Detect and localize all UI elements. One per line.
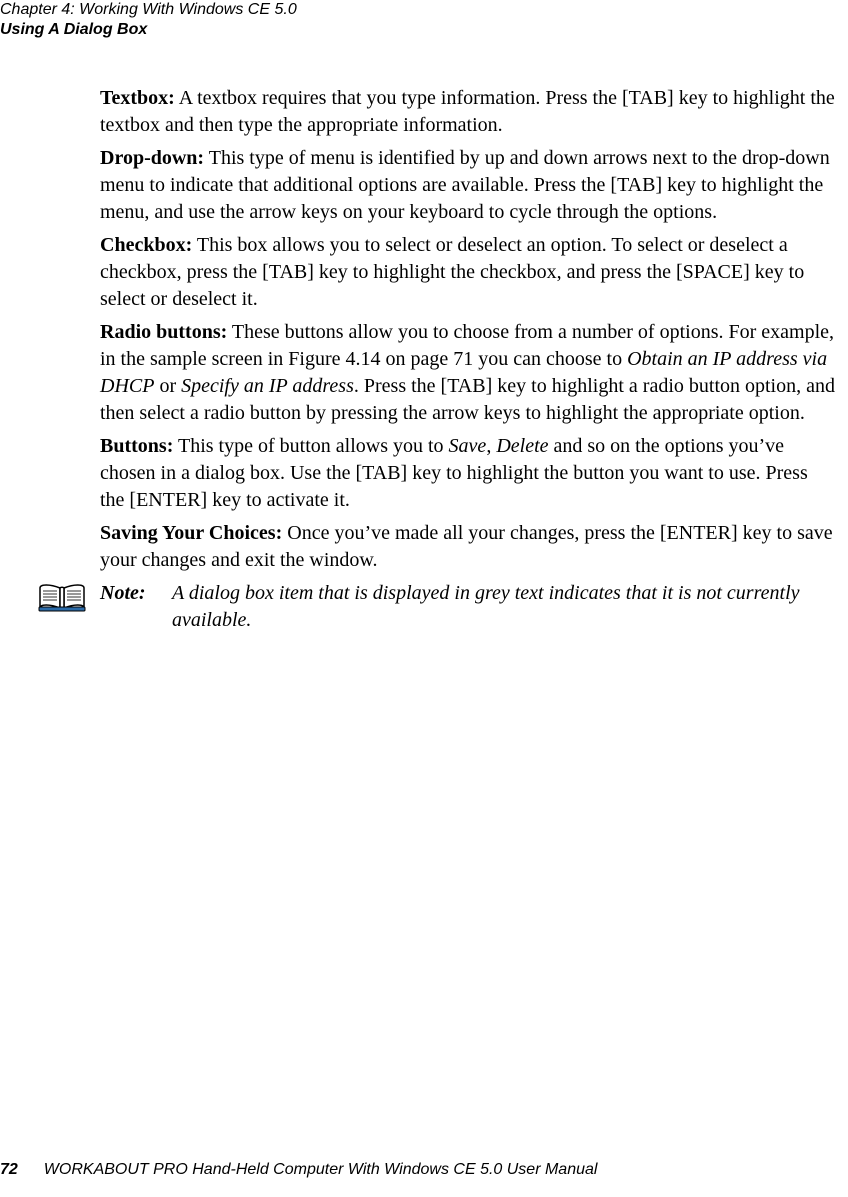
page-number: 72: [0, 1161, 18, 1178]
page-header: Chapter 4: Working With Windows CE 5.0 U…: [0, 0, 297, 40]
paragraph-textbox: Textbox: A textbox requires that you typ…: [100, 85, 835, 139]
text: This box allows you to select or deselec…: [100, 234, 804, 310]
header-chapter: Chapter 4: Working With Windows CE 5.0: [0, 0, 297, 20]
paragraph-saving: Saving Your Choices: Once you’ve made al…: [100, 520, 835, 574]
paragraph-dropdown: Drop-down: This type of menu is identifi…: [100, 145, 835, 226]
paragraph-buttons: Buttons: This type of button allows you …: [100, 433, 835, 514]
term-textbox: Textbox:: [100, 87, 175, 109]
paragraph-radio: Radio buttons: These buttons allow you t…: [100, 319, 835, 427]
header-section: Using A Dialog Box: [0, 20, 297, 40]
page-footer: 72 WORKABOUT PRO Hand-Held Computer With …: [0, 1161, 597, 1179]
body-text: Textbox: A textbox requires that you typ…: [100, 85, 835, 634]
footer-title: WORKABOUT PRO Hand-Held Computer With Wi…: [44, 1161, 598, 1178]
note-body: A dialog box item that is displayed in g…: [172, 580, 835, 634]
term-dropdown: Drop-down:: [100, 147, 204, 169]
text: or: [154, 375, 181, 397]
term-buttons: Buttons:: [100, 435, 173, 457]
paragraph-checkbox: Checkbox: This box allows you to select …: [100, 232, 835, 313]
book-icon: [38, 582, 86, 620]
text: A textbox requires that you type informa…: [100, 87, 835, 136]
term-saving: Saving Your Choices:: [100, 522, 282, 544]
term-checkbox: Checkbox:: [100, 234, 192, 256]
note-label: Note:: [100, 582, 146, 604]
note-block: Note: A dialog box item that is displaye…: [100, 580, 835, 634]
page: Chapter 4: Working With Windows CE 5.0 U…: [0, 0, 848, 1197]
italic-text: Delete: [496, 435, 548, 457]
text: This type of button allows you to: [173, 435, 448, 457]
italic-text: Save: [449, 435, 487, 457]
term-radio: Radio buttons:: [100, 321, 227, 343]
text: This type of menu is identified by up an…: [100, 147, 830, 223]
text: ,: [486, 435, 496, 457]
note-text: Note: A dialog box item that is displaye…: [100, 580, 835, 634]
italic-text: Specify an IP address: [181, 375, 354, 397]
